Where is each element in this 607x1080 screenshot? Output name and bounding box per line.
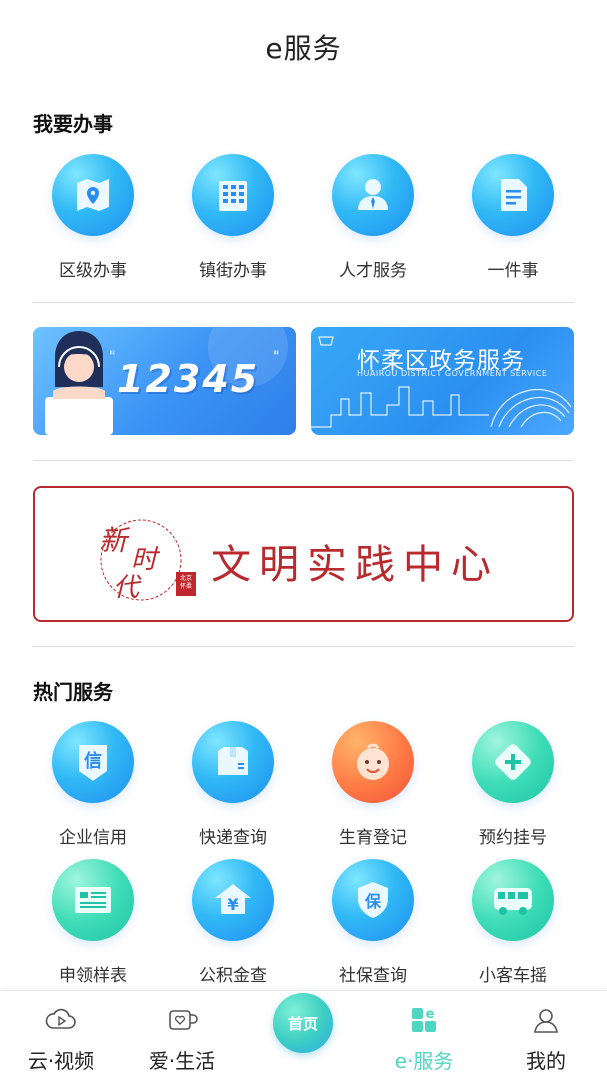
civilization-practice-center-banner[interactable]: 新 时 代 北京 怀柔 文明实践中心 <box>33 486 574 622</box>
svg-text:新: 新 <box>99 524 131 557</box>
service-label: 申领样表 <box>59 966 127 986</box>
divider <box>33 302 574 303</box>
hotline-12345-banner[interactable]: " " 12345 <box>33 327 296 435</box>
social-security-icon: 保 <box>332 859 414 941</box>
hotline-number: 12345 <box>117 357 260 401</box>
service-label: 预约挂号 <box>479 828 547 848</box>
huairou-gov-service-banner[interactable]: 怀柔区政务服务 HUAIROU DISTRICT GOVERNMENT SERV… <box>311 327 574 435</box>
svg-text:时: 时 <box>131 545 161 575</box>
service-enterprise-credit[interactable]: 信 企业信用 <box>23 721 163 848</box>
service-car-lottery[interactable]: 小客车摇 <box>443 859 583 986</box>
building-icon <box>192 154 274 236</box>
user-icon <box>531 1005 561 1035</box>
tab-label: 云·视频 <box>27 1049 95 1073</box>
service-label: 小客车摇 <box>479 966 547 986</box>
svg-text:": " <box>273 349 279 365</box>
civil-center-title: 文明实践中心 <box>211 542 499 588</box>
baby-icon <box>332 721 414 803</box>
section-title-office: 我要办事 <box>33 112 113 136</box>
hot-services-row-2: 申领样表 ¥ 公积金查 保 社保查询 小客车摇 <box>23 859 583 986</box>
section-title-hot: 热门服务 <box>33 680 113 704</box>
tab-cloud-video[interactable]: 云·视频 <box>6 991 116 1080</box>
service-social-security[interactable]: 保 社保查询 <box>303 859 443 986</box>
service-birth-registration[interactable]: 生育登记 <box>303 721 443 848</box>
map-icon <box>52 154 134 236</box>
tab-love-life[interactable]: 爱·生活 <box>127 991 237 1080</box>
svg-text:保: 保 <box>364 892 382 911</box>
credit-icon: 信 <box>52 721 134 803</box>
tab-label: 爱·生活 <box>148 1049 216 1073</box>
service-label: 镇街办事 <box>199 261 267 281</box>
medical-plus-icon <box>472 721 554 803</box>
service-district-affairs[interactable]: 区级办事 <box>23 154 163 281</box>
tab-e-service[interactable]: e e·服务 <box>369 991 479 1080</box>
service-label: 人才服务 <box>339 261 407 281</box>
housing-fund-icon: ¥ <box>192 859 274 941</box>
divider <box>33 460 574 461</box>
svg-text:e: e <box>426 1007 435 1022</box>
service-appointment[interactable]: 预约挂号 <box>443 721 583 848</box>
service-label: 社保查询 <box>339 966 407 986</box>
service-label: 一件事 <box>487 261 539 281</box>
page-title: e服务 <box>265 32 342 65</box>
service-housing-fund[interactable]: ¥ 公积金查 <box>163 859 303 986</box>
service-label: 生育登记 <box>339 828 407 848</box>
tab-label: e·服务 <box>394 1049 454 1073</box>
office-services-grid: 区级办事 镇街办事 人才服务 一件事 <box>23 154 583 281</box>
service-one-thing[interactable]: 一件事 <box>443 154 583 281</box>
svg-text:信: 信 <box>84 750 102 772</box>
beijing-huairou-seal: 北京 怀柔 <box>176 572 196 596</box>
mug-heart-icon <box>166 1005 198 1035</box>
svg-text:代: 代 <box>113 573 142 603</box>
document-icon <box>472 154 554 236</box>
form-icon <box>52 859 134 941</box>
package-icon <box>192 721 274 803</box>
bus-icon <box>472 859 554 941</box>
tab-mine[interactable]: 我的 <box>491 991 601 1080</box>
service-label: 企业信用 <box>59 828 127 848</box>
service-express-query[interactable]: 快递查询 <box>163 721 303 848</box>
cloud-video-icon <box>45 1005 77 1035</box>
person-icon <box>332 154 414 236</box>
bottom-tab-bar: 云·视频 爱·生活 首页 e e·服务 我的 <box>0 990 607 1080</box>
service-form-sample[interactable]: 申领样表 <box>23 859 163 986</box>
tab-label: 我的 <box>526 1049 566 1073</box>
divider <box>33 646 574 647</box>
svg-text:¥: ¥ <box>227 895 238 914</box>
service-label: 公积金查 <box>199 966 267 986</box>
svg-text:": " <box>109 349 115 365</box>
gov-banner-subtitle: HUAIROU DISTRICT GOVERNMENT SERVICE <box>357 369 548 378</box>
hot-services-row-1: 信 企业信用 快递查询 生育登记 预约挂号 <box>23 721 583 848</box>
grid-e-icon: e <box>409 1005 439 1035</box>
page-header: e服务 <box>0 0 607 92</box>
service-town-affairs[interactable]: 镇街办事 <box>163 154 303 281</box>
tab-home-button[interactable]: 首页 <box>273 993 333 1053</box>
service-label: 快递查询 <box>199 828 267 848</box>
service-talent[interactable]: 人才服务 <box>303 154 443 281</box>
service-label: 区级办事 <box>59 261 127 281</box>
